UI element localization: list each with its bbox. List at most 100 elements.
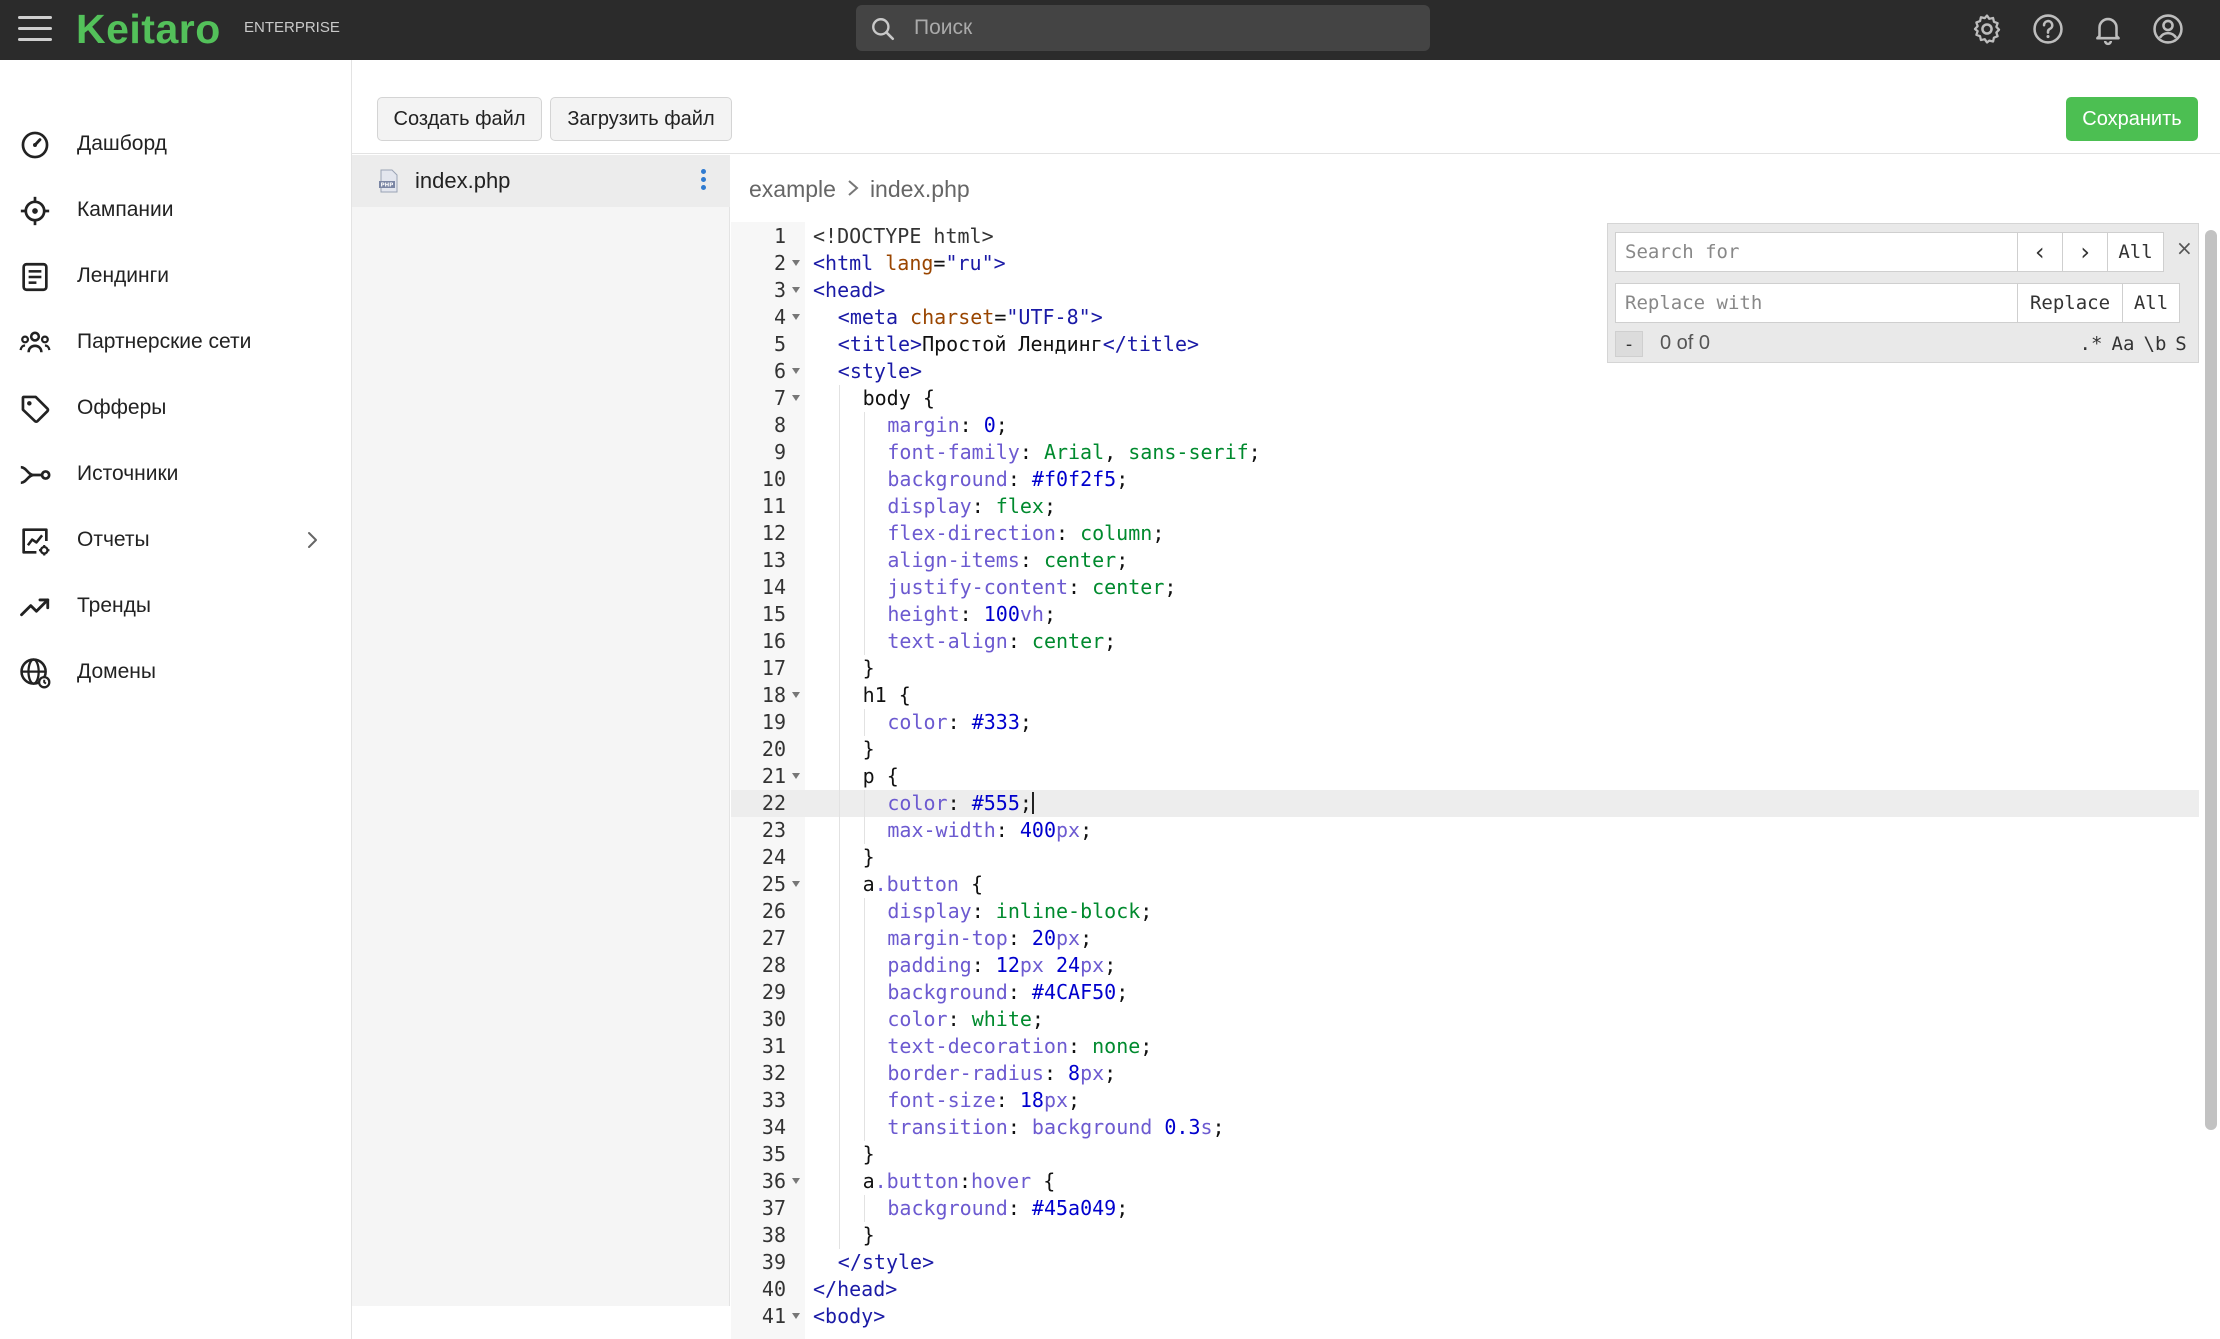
code-line[interactable]: 13 align-items: center; bbox=[731, 547, 2199, 574]
sidebar-item-domains[interactable]: Домены bbox=[0, 644, 352, 700]
more-options-icon[interactable] bbox=[698, 169, 708, 193]
fold-arrow-icon[interactable] bbox=[792, 395, 800, 401]
sidebar-item-trends[interactable]: Тренды bbox=[0, 578, 352, 634]
find-all-button[interactable]: All bbox=[2107, 232, 2164, 272]
code-token: : bbox=[947, 710, 972, 734]
code-line[interactable]: 22 color: #555; bbox=[731, 790, 2199, 817]
file-item-index-php[interactable]: PHP index.php bbox=[352, 155, 730, 207]
bell-icon[interactable] bbox=[2091, 12, 2125, 46]
line-number: 4 bbox=[773, 305, 786, 329]
fold-arrow-icon[interactable] bbox=[792, 692, 800, 698]
code-line[interactable]: 41 <body> bbox=[731, 1303, 2199, 1330]
toggle-replace-button[interactable]: - bbox=[1615, 331, 1643, 357]
code-line[interactable]: 23 max-width: 400px; bbox=[731, 817, 2199, 844]
gear-icon[interactable] bbox=[1970, 12, 2004, 46]
replace-button[interactable]: Replace bbox=[2017, 283, 2123, 323]
code-line[interactable]: 39 </style> bbox=[731, 1249, 2199, 1276]
sidebar-item-dashboard[interactable]: Дашборд bbox=[0, 116, 352, 172]
code-line[interactable]: 25 a.button { bbox=[731, 871, 2199, 898]
code-line[interactable]: 7 body { bbox=[731, 385, 2199, 412]
fold-arrow-icon[interactable] bbox=[792, 1178, 800, 1184]
upload-file-button[interactable]: Загрузить файл bbox=[550, 97, 732, 141]
code-token: 12 bbox=[995, 953, 1020, 977]
replace-input[interactable] bbox=[1615, 283, 2018, 323]
code-line[interactable]: 38} bbox=[731, 1222, 2199, 1249]
code-line[interactable]: 20} bbox=[731, 736, 2199, 763]
line-number: 27 bbox=[761, 926, 786, 950]
code-text: } bbox=[863, 736, 875, 763]
text-cursor bbox=[1031, 792, 1034, 814]
account-icon[interactable] bbox=[2151, 12, 2185, 46]
sidebar-item-partners[interactable]: Партнерские сети bbox=[0, 314, 352, 370]
find-replace-panel: ‹ › All × Replace All - 0 of 0 .* Aa \b … bbox=[1607, 223, 2199, 363]
code-line[interactable]: 33 font-size: 18px; bbox=[731, 1087, 2199, 1114]
whole-word-toggle[interactable]: \b bbox=[2140, 330, 2170, 358]
code-line[interactable]: 35} bbox=[731, 1141, 2199, 1168]
code-line[interactable]: 15 height: 100vh; bbox=[731, 601, 2199, 628]
replace-all-button[interactable]: All bbox=[2122, 283, 2180, 323]
search-in-selection-toggle[interactable]: S bbox=[2170, 330, 2192, 358]
indent-guide bbox=[863, 817, 865, 844]
fold-arrow-icon[interactable] bbox=[792, 260, 800, 266]
code-line[interactable]: 28 padding: 12px 24px; bbox=[731, 952, 2199, 979]
code-line[interactable]: 34 transition: background 0.3s; bbox=[731, 1114, 2199, 1141]
code-line[interactable]: 29 background: #4CAF50; bbox=[731, 979, 2199, 1006]
code-line[interactable]: 30 color: white; bbox=[731, 1006, 2199, 1033]
editor-scrollbar[interactable] bbox=[2205, 230, 2217, 1130]
find-prev-button[interactable]: ‹ bbox=[2017, 232, 2063, 272]
fold-arrow-icon[interactable] bbox=[792, 881, 800, 887]
code-line[interactable]: 14 justify-content: center; bbox=[731, 574, 2199, 601]
chevron-right-icon bbox=[846, 176, 860, 203]
line-number: 6 bbox=[773, 359, 786, 383]
breadcrumb-folder[interactable]: example bbox=[749, 176, 836, 202]
code-line[interactable]: 10 background: #f0f2f5; bbox=[731, 466, 2199, 493]
code-line[interactable]: 12 flex-direction: column; bbox=[731, 520, 2199, 547]
close-icon[interactable]: × bbox=[2176, 236, 2193, 260]
code-line[interactable]: 9 font-family: Arial, sans-serif; bbox=[731, 439, 2199, 466]
code-token: transition bbox=[887, 1115, 1008, 1139]
code-line[interactable]: 40 </head> bbox=[731, 1276, 2199, 1303]
menu-icon[interactable] bbox=[18, 16, 52, 44]
code-line[interactable]: 27 margin-top: 20px; bbox=[731, 925, 2199, 952]
sidebar-item-sources[interactable]: Источники bbox=[0, 446, 352, 502]
code-line[interactable]: 32 border-radius: 8px; bbox=[731, 1060, 2199, 1087]
fold-arrow-icon[interactable] bbox=[792, 1313, 800, 1319]
indent-guide bbox=[863, 601, 865, 628]
fold-arrow-icon[interactable] bbox=[792, 368, 800, 374]
indent-guide bbox=[838, 709, 840, 736]
code-line[interactable]: 21 p { bbox=[731, 763, 2199, 790]
code-line[interactable]: 24} bbox=[731, 844, 2199, 871]
chevron-right-icon[interactable] bbox=[300, 528, 324, 552]
save-button[interactable]: Сохранить bbox=[2066, 97, 2198, 141]
code-line[interactable]: 17} bbox=[731, 655, 2199, 682]
code-line[interactable]: 26 display: inline-block; bbox=[731, 898, 2199, 925]
help-icon[interactable] bbox=[2031, 12, 2065, 46]
app-logo[interactable]: Keitaro bbox=[76, 6, 221, 53]
create-file-button[interactable]: Создать файл bbox=[377, 97, 542, 141]
fold-arrow-icon[interactable] bbox=[792, 314, 800, 320]
sidebar-item-offers[interactable]: Офферы bbox=[0, 380, 352, 436]
indent-guide bbox=[863, 466, 865, 493]
code-line[interactable]: 37 background: #45a049; bbox=[731, 1195, 2199, 1222]
regex-toggle[interactable]: .* bbox=[2076, 330, 2106, 358]
case-sensitive-toggle[interactable]: Aa bbox=[2108, 330, 2138, 358]
find-input[interactable] bbox=[1615, 232, 2018, 272]
sidebar-item-reports[interactable]: Отчеты bbox=[0, 512, 352, 568]
search-input[interactable] bbox=[914, 5, 1414, 51]
code-line[interactable]: 16 text-align: center; bbox=[731, 628, 2199, 655]
fold-arrow-icon[interactable] bbox=[792, 773, 800, 779]
fold-arrow-icon[interactable] bbox=[792, 287, 800, 293]
code-line[interactable]: 19 color: #333; bbox=[731, 709, 2199, 736]
code-line[interactable]: 18 h1 { bbox=[731, 682, 2199, 709]
code-token: : bbox=[959, 413, 984, 437]
code-line[interactable]: 31 text-decoration: none; bbox=[731, 1033, 2199, 1060]
code-editor[interactable]: 1 <!DOCTYPE html> 2 <html lang="ru"> 3 <head>… bbox=[731, 222, 2199, 1339]
code-line[interactable]: 36 a.button:hover { bbox=[731, 1168, 2199, 1195]
sidebar-item-campaigns[interactable]: Кампании bbox=[0, 182, 352, 238]
code-token: : bbox=[1019, 440, 1044, 464]
sidebar-item-landings[interactable]: Лендинги bbox=[0, 248, 352, 304]
sidebar-item-label: Лендинги bbox=[77, 264, 170, 287]
code-line[interactable]: 11 display: flex; bbox=[731, 493, 2199, 520]
code-line[interactable]: 8 margin: 0; bbox=[731, 412, 2199, 439]
find-next-button[interactable]: › bbox=[2062, 232, 2108, 272]
